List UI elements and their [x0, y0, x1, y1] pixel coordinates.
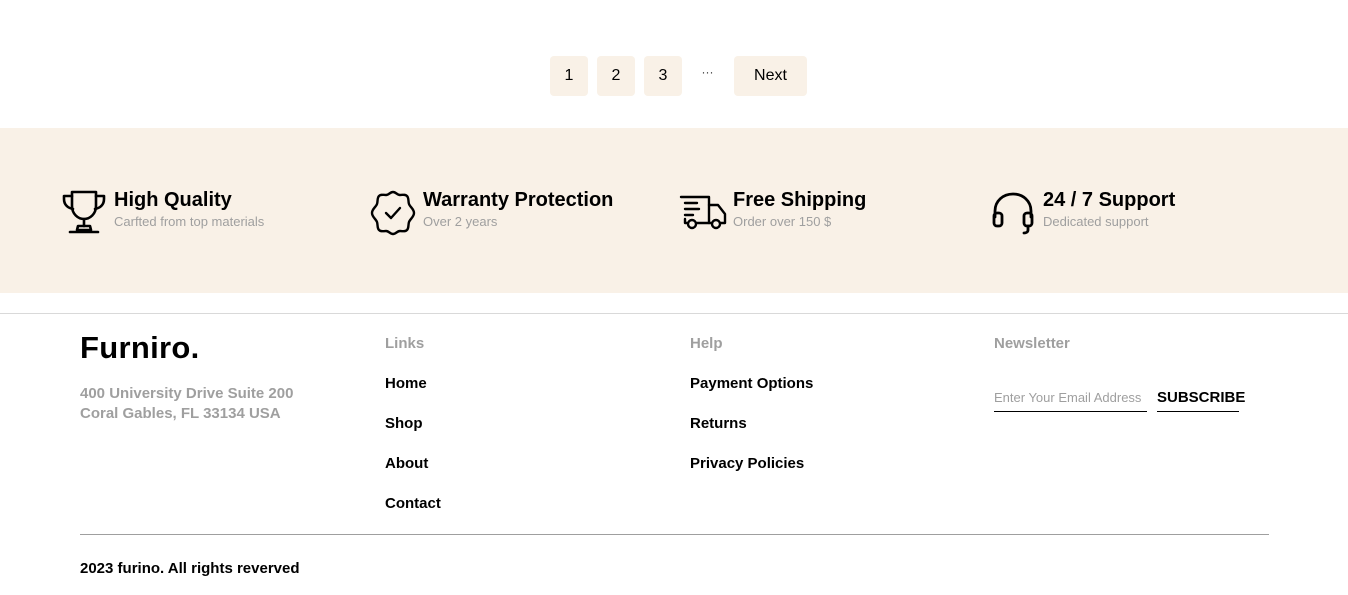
- feature-text: High Quality Carfted from top materials: [114, 188, 264, 231]
- guarantee-icon: [369, 189, 417, 237]
- footer-link-returns[interactable]: Returns: [690, 415, 747, 432]
- footer-link-payment-options[interactable]: Payment Options: [690, 375, 813, 392]
- feature-title: 24 / 7 Support: [1043, 189, 1176, 211]
- subscribe-button[interactable]: SUBSCRIBE: [1157, 384, 1245, 412]
- company-address: 400 University Drive Suite 200 Coral Gab…: [80, 385, 294, 422]
- feature-free-shipping: Free Shipping Order over 150 $: [679, 188, 866, 236]
- footer-link-home[interactable]: Home: [385, 375, 427, 392]
- next-page-button[interactable]: Next: [734, 56, 807, 96]
- links-heading: Links: [385, 335, 425, 352]
- feature-title: Free Shipping: [733, 189, 867, 211]
- footer-link-privacy-policies[interactable]: Privacy Policies: [690, 455, 804, 472]
- page-1-button[interactable]: 1: [550, 56, 588, 96]
- newsletter-heading: Newsletter: [994, 335, 1070, 352]
- help-heading: Help: [690, 335, 723, 352]
- feature-high-quality: High Quality Carfted from top materials: [60, 188, 264, 236]
- pagination: 1 2 3 ··· Next: [550, 56, 807, 96]
- feature-subtitle: Over 2 years: [423, 214, 498, 229]
- feature-support: 24 / 7 Support Dedicated support: [989, 188, 1175, 236]
- brand-logo[interactable]: Furniro.: [80, 330, 200, 366]
- feature-text: Warranty Protection Over 2 years: [423, 188, 613, 231]
- feature-warranty-protection: Warranty Protection Over 2 years: [369, 188, 613, 236]
- shipping-icon: [679, 189, 727, 237]
- page-2-button[interactable]: 2: [597, 56, 635, 96]
- feature-title: High Quality: [114, 189, 232, 211]
- copyright-text: 2023 furino. All rights reverved: [80, 560, 300, 577]
- footer-top-divider: [0, 313, 1348, 314]
- feature-text: 24 / 7 Support Dedicated support: [1043, 188, 1175, 231]
- page-3-button[interactable]: 3: [644, 56, 682, 96]
- feature-subtitle: Carfted from top materials: [114, 214, 265, 229]
- feature-subtitle: Order over 150 $: [733, 214, 832, 229]
- features-band: High Quality Carfted from top materials …: [0, 128, 1348, 293]
- feature-subtitle: Dedicated support: [1043, 214, 1149, 229]
- footer-link-shop[interactable]: Shop: [385, 415, 423, 432]
- newsletter-email-input[interactable]: [994, 384, 1147, 412]
- footer-bottom-divider: [80, 534, 1269, 535]
- footer-link-about[interactable]: About: [385, 455, 428, 472]
- trophy-icon: [60, 189, 108, 237]
- feature-title: Warranty Protection: [423, 189, 614, 211]
- feature-text: Free Shipping Order over 150 $: [733, 188, 866, 231]
- footer-link-contact[interactable]: Contact: [385, 495, 441, 512]
- customer-support-icon: [989, 189, 1037, 237]
- pagination-ellipsis: ···: [701, 65, 714, 79]
